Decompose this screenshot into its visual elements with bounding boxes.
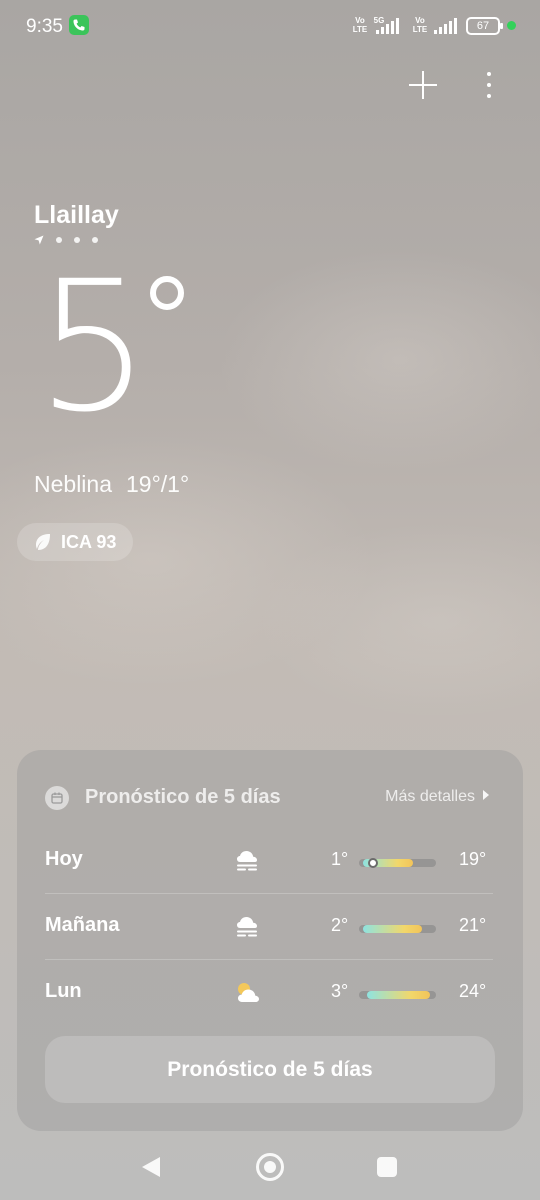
condition-text: Neblina [34, 471, 112, 497]
forecast-row-today[interactable]: Hoy 1° 19° [45, 828, 493, 894]
add-city-button[interactable] [404, 66, 442, 104]
forecast-low: 2° [331, 915, 349, 935]
condition-summary: Neblina 19°/1° [34, 471, 189, 498]
more-details-link[interactable]: Más detalles [385, 788, 489, 806]
temperature-range-bar [359, 925, 436, 933]
forecast-day: Lun [45, 980, 82, 1002]
forecast-day: Hoy [45, 848, 83, 870]
five-day-forecast-button[interactable]: Pronóstico de 5 días [45, 1036, 495, 1103]
fog-icon [237, 917, 257, 937]
temperature-range-fill [362, 925, 423, 933]
privacy-indicator-dot [507, 21, 516, 30]
city-name: Llaillay [34, 201, 119, 229]
temperature-range-bar [359, 991, 436, 999]
fog-icon [237, 851, 257, 871]
forecast-low: 1° [331, 849, 349, 869]
phone-call-icon[interactable] [69, 15, 89, 35]
high-low-text: 19°/1° [126, 471, 190, 497]
sim2-signal-icon: Vo LTE [412, 16, 462, 36]
sim1-signal-icon: Vo LTE 5G [352, 16, 408, 36]
partly-cloudy-icon [238, 983, 259, 1002]
more-options-button[interactable] [476, 66, 502, 104]
aqi-chip[interactable]: ICA 93 [17, 523, 133, 561]
status-time: 9:35 [26, 16, 63, 37]
degree-symbol [150, 276, 184, 310]
calendar-icon [45, 786, 69, 810]
current-temperature: 5 [36, 243, 151, 452]
volte-label: Vo LTE [412, 16, 428, 34]
forecast-row-monday[interactable]: Lun 3° 24° [45, 960, 493, 1026]
forecast-day: Mañana [45, 914, 120, 936]
forecast-high: 19° [459, 849, 487, 869]
nav-recents-button[interactable] [377, 1157, 397, 1177]
temperature-range-bar [359, 858, 436, 868]
forecast-low: 3° [331, 981, 349, 1001]
volte-label: Vo LTE [352, 16, 368, 34]
forecast-title: Pronóstico de 5 días [85, 786, 281, 808]
more-details-label: Más detalles [385, 788, 475, 805]
nav-back-button[interactable] [142, 1157, 160, 1177]
forecast-high: 21° [459, 915, 487, 935]
leaf-icon [36, 534, 50, 550]
play-arrow-icon [483, 790, 489, 800]
forecast-row-tomorrow[interactable]: Mañana 2° 21° [45, 894, 493, 960]
status-bar: 9:35 Vo LTE 5G Vo LTE 67 [0, 0, 540, 52]
temperature-range-fill [366, 991, 430, 999]
forecast-card: Pronóstico de 5 días Más detalles Hoy 1°… [17, 750, 523, 1131]
aqi-label: ICA 93 [61, 531, 117, 552]
nav-home-button[interactable] [256, 1153, 284, 1181]
current-temperature-marker [367, 858, 378, 868]
forecast-high: 24° [459, 981, 487, 1001]
forecast-card-header: Pronóstico de 5 días Más detalles [45, 786, 495, 814]
battery-icon: 67 [466, 17, 503, 35]
